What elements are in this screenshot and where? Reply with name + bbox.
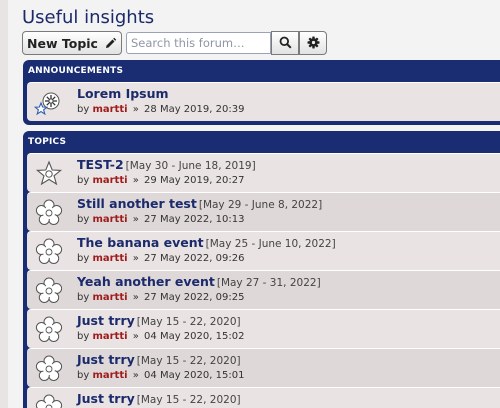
author-link[interactable]: martti [92,331,127,342]
topic-title[interactable]: The banana event [May 25 - June 10, 2022] [77,235,336,250]
forum-page: Useful insights New Topic Search this fo… [8,0,500,408]
topic-row[interactable]: Just trry [May 15 - 22, 2020] by martti »… [27,309,500,348]
left-margin [0,0,8,408]
author-link[interactable]: martti [92,253,127,264]
topic-title[interactable]: Just trry [May 15 - 22, 2020] [77,391,241,406]
new-topic-label: New Topic [27,35,98,51]
author-link[interactable]: martti [92,292,127,303]
author-link[interactable]: martti [92,175,127,186]
topics-header: Topics [28,137,67,147]
event-range: [May 25 - June 10, 2022] [205,238,336,250]
author-link[interactable]: martti [92,214,127,225]
event-range: [May 15 - 22, 2020] [136,355,241,367]
topic-title[interactable]: Still another test [May 29 - June 8, 2022… [77,196,322,211]
gear-icon [307,34,320,53]
post-date: 04 May 2020, 15:02 [144,331,245,342]
topic-meta: by martti » 27 May 2022, 09:25 [77,292,245,303]
event-range: [May 30 - June 18, 2019] [125,160,256,172]
announcement-row[interactable]: Lorem Ipsum by martti » 28 May 2019, 20:… [27,82,500,121]
flower-topic-icon [34,237,64,267]
event-range: [May 27 - 31, 2022] [216,277,321,289]
announcements-header: Announcements [28,66,124,76]
topics-panel: Topics TEST-2 [May 30 - June 18, 2019] by… [23,131,500,408]
sticky-topic-icon [34,159,64,189]
page-title: Useful insights [22,7,155,28]
topic-title[interactable]: Lorem Ipsum [77,86,169,101]
topic-title[interactable]: Just trry [May 15 - 22, 2020] [77,352,241,367]
pencil-icon [104,37,117,50]
post-date: 29 May 2019, 20:27 [144,175,245,186]
topic-title[interactable]: Yeah another event [May 27 - 31, 2022] [77,274,321,289]
topic-meta: by martti » 29 May 2019, 20:27 [77,175,245,186]
announcements-panel: Announcements Lorem Ipsum by martti » 28… [23,60,500,125]
topic-meta: by martti » 27 May 2022, 10:13 [77,214,245,225]
post-date: 27 May 2022, 09:25 [144,292,245,303]
search-input[interactable] [126,32,271,54]
author-link[interactable]: martti [92,104,127,115]
post-date: 27 May 2022, 10:13 [144,214,245,225]
topic-meta: by martti » 04 May 2020, 15:01 [77,370,245,381]
announcement-icon [33,88,64,118]
topic-title[interactable]: TEST-2 [May 30 - June 18, 2019] [77,157,256,172]
topic-row[interactable]: The banana event [May 25 - June 10, 2022]… [27,231,500,270]
new-topic-button[interactable]: New Topic [22,31,122,55]
topic-row[interactable]: Just trry [May 15 - 22, 2020] [27,387,500,408]
search-button[interactable] [271,31,299,55]
topic-meta: by martti » 27 May 2022, 09:26 [77,253,245,264]
topic-row[interactable]: Just trry [May 15 - 22, 2020] by martti »… [27,348,500,387]
flower-topic-icon [34,276,64,306]
event-range: [May 15 - 22, 2020] [136,316,241,328]
author-link[interactable]: martti [92,370,127,381]
topic-meta: by martti » 04 May 2020, 15:02 [77,331,245,342]
post-date: 04 May 2020, 15:01 [144,370,245,381]
event-range: [May 15 - 22, 2020] [136,394,241,406]
post-date: 27 May 2022, 09:26 [144,253,245,264]
topic-title[interactable]: Just trry [May 15 - 22, 2020] [77,313,241,328]
topic-meta: by martti » 28 May 2019, 20:39 [77,104,245,115]
topic-row[interactable]: Still another test [May 29 - June 8, 2022… [27,192,500,231]
post-date: 28 May 2019, 20:39 [144,104,245,115]
flower-topic-icon [34,198,64,228]
advanced-search-button[interactable] [299,31,327,55]
event-range: [May 29 - June 8, 2022] [198,199,323,211]
flower-topic-icon [34,393,64,408]
search-icon [279,34,292,53]
topic-row[interactable]: Yeah another event [May 27 - 31, 2022] by… [27,270,500,309]
flower-topic-icon [34,315,64,345]
flower-topic-icon [34,354,64,384]
topic-row[interactable]: TEST-2 [May 30 - June 18, 2019] by martti… [27,153,500,192]
